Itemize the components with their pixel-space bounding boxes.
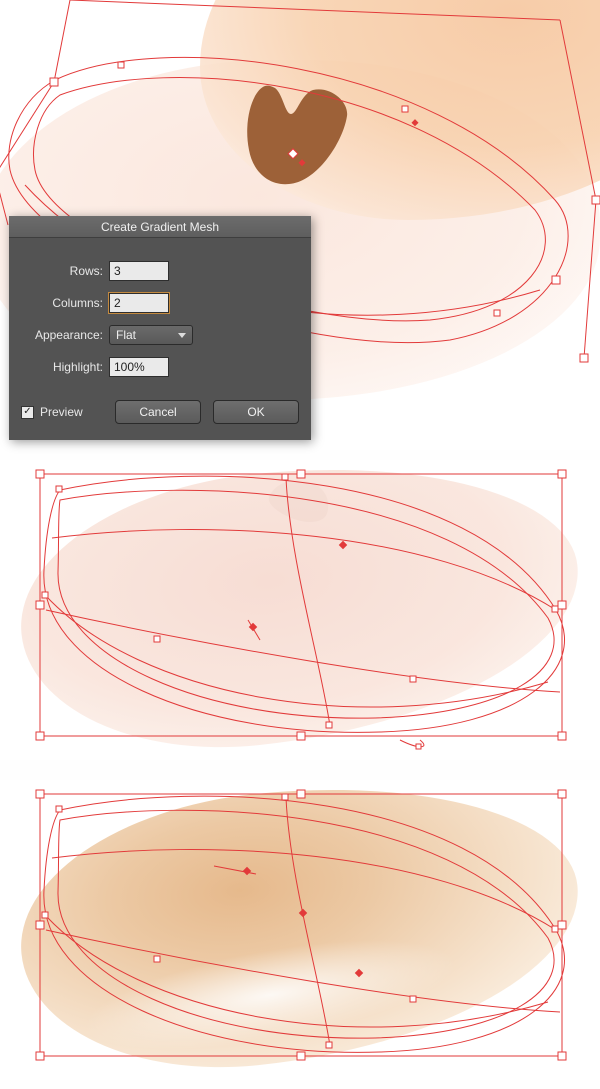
chevron-down-icon <box>178 333 186 338</box>
highlight-row: Highlight: <box>21 356 299 378</box>
highlight-input[interactable] <box>109 357 169 377</box>
appearance-select[interactable]: Flat <box>109 325 193 345</box>
columns-input[interactable] <box>109 293 169 313</box>
dialog-titlebar[interactable]: Create Gradient Mesh <box>9 216 311 238</box>
canvas-bottom[interactable] <box>0 780 600 1080</box>
preview-checkbox[interactable]: ✓ <box>21 406 34 419</box>
columns-label: Columns: <box>21 296 109 310</box>
dialog-footer-row: ✓ Preview Cancel OK <box>21 388 299 424</box>
canvas-middle[interactable] <box>0 460 600 760</box>
dialog-body: Rows: Columns: Appearance: Flat Highligh… <box>9 238 311 440</box>
highlight-label: Highlight: <box>21 360 109 374</box>
mesh-ellipse-flat <box>7 441 592 768</box>
cancel-button[interactable]: Cancel <box>115 400 201 424</box>
rows-input[interactable] <box>109 261 169 281</box>
create-gradient-mesh-dialog[interactable]: Create Gradient Mesh Rows: Columns: Appe… <box>9 216 311 440</box>
appearance-row: Appearance: Flat <box>21 324 299 346</box>
appearance-label: Appearance: <box>21 328 109 342</box>
appearance-value: Flat <box>116 328 136 342</box>
dialog-button-row: Cancel OK <box>115 400 299 424</box>
preview-label: Preview <box>40 405 83 419</box>
columns-row: Columns: <box>21 292 299 314</box>
dialog-title: Create Gradient Mesh <box>101 220 219 234</box>
ok-button[interactable]: OK <box>213 400 299 424</box>
rows-label: Rows: <box>21 264 109 278</box>
brown-shape <box>235 80 355 190</box>
rows-row: Rows: <box>21 260 299 282</box>
